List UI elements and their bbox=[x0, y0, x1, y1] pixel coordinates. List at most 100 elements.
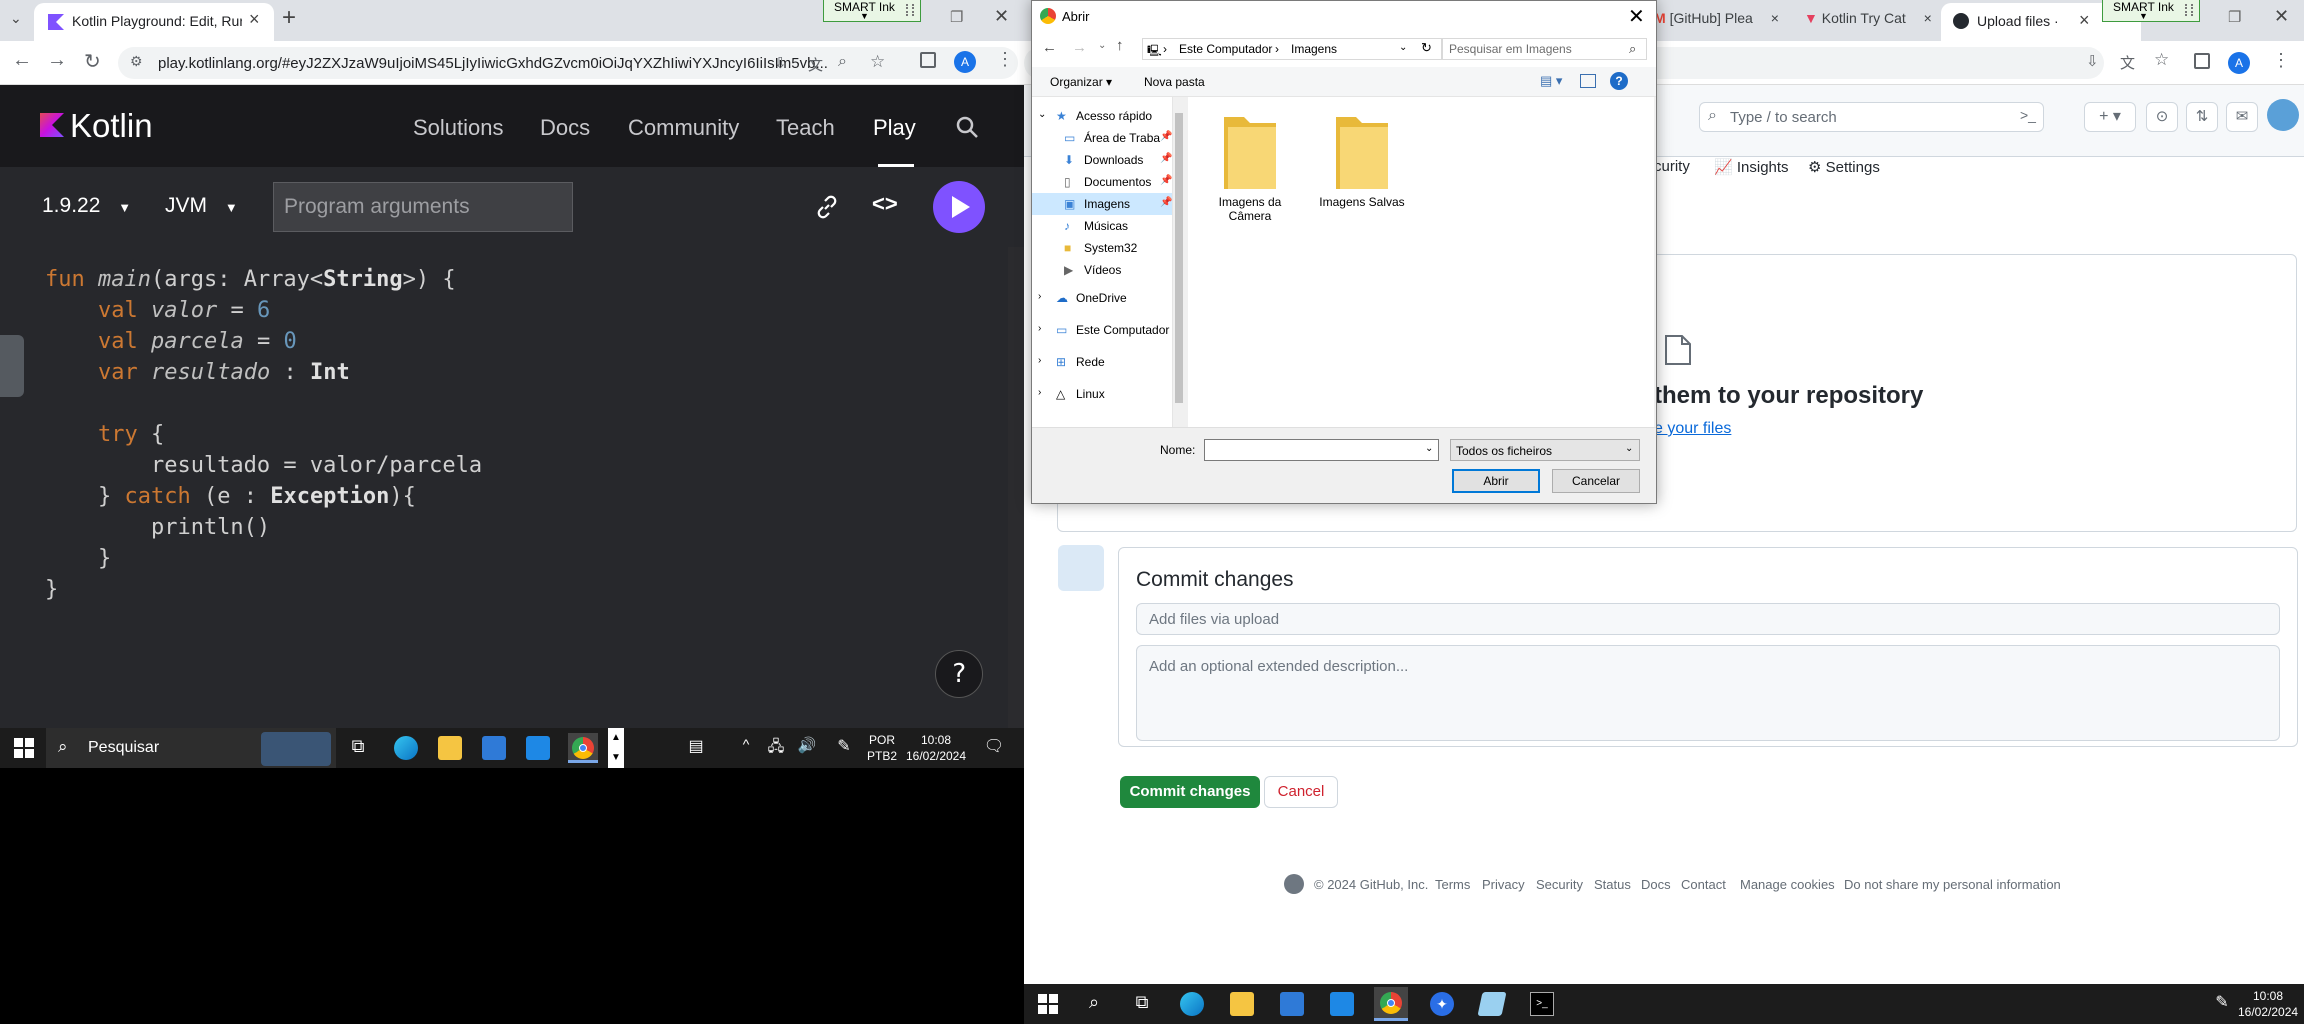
commit-message-input[interactable]: Add files via upload bbox=[1136, 603, 2280, 635]
code-editor[interactable]: fun main(args: Array<String>) { val valo… bbox=[0, 247, 1024, 728]
translate-icon[interactable]: 文 bbox=[2120, 52, 2135, 73]
store-icon[interactable] bbox=[1280, 992, 1304, 1016]
edge-icon[interactable] bbox=[1180, 992, 1204, 1016]
install-icon[interactable]: ⇩ bbox=[2086, 52, 2099, 70]
subnav-security[interactable]: curity bbox=[1654, 158, 1690, 175]
smart-ink-toolbar-left[interactable]: SMART Ink ▼ bbox=[823, 0, 921, 22]
tree-onedrive[interactable]: › ☁ OneDrive bbox=[1032, 287, 1172, 309]
store-icon[interactable] bbox=[482, 736, 506, 760]
edge-icon[interactable] bbox=[394, 736, 418, 760]
file-explorer-icon[interactable] bbox=[438, 736, 462, 760]
mail-icon[interactable] bbox=[526, 736, 550, 760]
commit-description-textarea[interactable]: Add an optional extended description... bbox=[1136, 645, 2280, 741]
issues-icon[interactable]: ⊙ bbox=[2146, 102, 2178, 132]
help-button[interactable]: ? bbox=[935, 650, 983, 698]
bookmark-star-icon[interactable]: ☆ bbox=[2154, 50, 2169, 70]
folder-camera-roll[interactable]: Imagens da Câmera bbox=[1202, 111, 1298, 223]
tab-close-icon[interactable]: × bbox=[1924, 10, 1932, 26]
tab-kotlin-playground[interactable]: Kotlin Playground: Edit, Run, Sh × bbox=[34, 3, 274, 41]
filename-input[interactable]: ⌄ bbox=[1204, 439, 1439, 461]
menu-kebab-icon[interactable]: ⋮ bbox=[996, 49, 1014, 70]
tab-kotlin-try-catch[interactable]: ▼ Kotlin Try Cat × bbox=[1804, 10, 1932, 26]
profile-avatar[interactable]: A bbox=[954, 51, 976, 73]
help-icon[interactable]: ? bbox=[1610, 72, 1628, 90]
nav-solutions[interactable]: Solutions bbox=[413, 115, 504, 141]
close-window-icon[interactable]: ✕ bbox=[994, 6, 1009, 27]
pen-icon[interactable]: ✎ bbox=[832, 736, 856, 760]
profile-avatar[interactable]: A bbox=[2228, 52, 2250, 74]
create-new-button[interactable]: + ▾ bbox=[2084, 102, 2136, 132]
tree-scrollbar[interactable] bbox=[1172, 97, 1184, 427]
address-path[interactable]: 🖳 › Este Computador › Imagens ⌄ ↻ bbox=[1142, 38, 1442, 60]
input-language[interactable]: POR PTB2 bbox=[862, 732, 902, 764]
task-view-icon[interactable]: ⧉ bbox=[346, 736, 370, 760]
clock[interactable]: 10:08 16/02/2024 bbox=[2238, 988, 2298, 1020]
chevron-down-icon[interactable]: ⌄ bbox=[1425, 443, 1433, 454]
tree-this-pc[interactable]: › ▭ Este Computador bbox=[1032, 319, 1172, 341]
folder-saved-pictures[interactable]: Imagens Salvas bbox=[1314, 111, 1410, 209]
windows-start-icon[interactable] bbox=[12, 736, 36, 760]
reload-icon[interactable]: ↻ bbox=[84, 49, 101, 74]
tree-network[interactable]: › ⊞ Rede bbox=[1032, 351, 1172, 373]
taskbar-search[interactable]: ⌕ Pesquisar bbox=[46, 728, 336, 768]
side-panel-icon[interactable] bbox=[920, 52, 936, 68]
nav-play[interactable]: Play bbox=[873, 115, 916, 141]
tab-close-icon[interactable]: × bbox=[1771, 10, 1779, 26]
notifications-icon[interactable]: 🗨 bbox=[982, 736, 1006, 760]
path-segment-computer[interactable]: Este Computador bbox=[1179, 42, 1272, 56]
chrome-icon[interactable] bbox=[1374, 987, 1408, 1021]
commit-changes-button[interactable]: Commit changes bbox=[1120, 776, 1260, 808]
cancel-button[interactable]: Cancelar bbox=[1552, 469, 1640, 493]
back-icon[interactable]: ← bbox=[1042, 39, 1057, 56]
embed-code-icon[interactable]: <> bbox=[872, 191, 898, 217]
app-star-icon[interactable]: ✦ bbox=[1430, 992, 1454, 1016]
dialog-title-bar[interactable]: Abrir ✕ bbox=[1032, 1, 1656, 31]
up-folder-icon[interactable]: ↑ bbox=[1116, 37, 1124, 54]
tree-system32[interactable]: ■ System32 bbox=[1032, 237, 1172, 259]
news-widget-icon[interactable]: ▤ bbox=[684, 736, 708, 760]
smart-sidebar-handle[interactable] bbox=[0, 335, 24, 397]
program-arguments-input[interactable]: Program arguments bbox=[273, 182, 573, 232]
refresh-icon[interactable]: ↻ bbox=[1421, 40, 1432, 56]
version-select[interactable]: 1.9.22 ▼ bbox=[42, 194, 131, 218]
smart-ink-toolbar-right[interactable]: SMART Ink ▼ bbox=[2102, 0, 2200, 22]
tab-close-icon[interactable]: × bbox=[2079, 10, 2090, 31]
show-hidden-icons-icon[interactable]: ^ bbox=[734, 736, 758, 760]
back-icon[interactable]: ← bbox=[12, 49, 32, 72]
tree-images[interactable]: ▣ Imagens 📌 bbox=[1032, 193, 1172, 215]
taskbar-scroll-arrows[interactable]: ▲ ▼ bbox=[608, 728, 624, 768]
tree-music[interactable]: ♪ Músicas bbox=[1032, 215, 1172, 237]
choose-files-link[interactable]: e your files bbox=[1654, 420, 1731, 438]
mail-icon[interactable] bbox=[1330, 992, 1354, 1016]
chevron-down-icon[interactable]: ⌄ bbox=[1399, 42, 1407, 53]
github-logo-icon[interactable] bbox=[1284, 874, 1304, 894]
preview-pane-icon[interactable] bbox=[1580, 74, 1596, 88]
forward-icon[interactable]: → bbox=[1072, 39, 1087, 56]
drag-grip-icon[interactable] bbox=[2185, 4, 2193, 16]
search-icon[interactable] bbox=[955, 115, 979, 139]
close-window-icon[interactable]: ✕ bbox=[2274, 6, 2289, 27]
drag-grip-icon[interactable] bbox=[906, 4, 914, 16]
tab-close-icon[interactable]: × bbox=[249, 9, 260, 30]
footer-privacy[interactable]: Privacy bbox=[1482, 877, 1525, 892]
footer-manage-cookies[interactable]: Manage cookies bbox=[1740, 877, 1835, 892]
menu-kebab-icon[interactable]: ⋮ bbox=[2272, 50, 2290, 71]
run-button[interactable] bbox=[933, 181, 985, 233]
inbox-icon[interactable]: ✉ bbox=[2226, 102, 2258, 132]
new-tab-icon[interactable]: + bbox=[282, 4, 296, 32]
tree-desktop[interactable]: ▭ Área de Traba 📌 bbox=[1032, 127, 1172, 149]
translate-icon[interactable]: 文 bbox=[808, 54, 823, 75]
tree-linux[interactable]: › △ Linux bbox=[1032, 383, 1172, 405]
recent-locations-icon[interactable]: ⌄ bbox=[1098, 40, 1106, 51]
github-search-input[interactable]: ⌕ Type / to search >_ bbox=[1699, 102, 2044, 132]
kotlin-logo-text[interactable]: Kotlin bbox=[70, 107, 153, 145]
tree-downloads[interactable]: ⬇ Downloads 📌 bbox=[1032, 149, 1172, 171]
open-button[interactable]: Abrir bbox=[1452, 469, 1540, 493]
pull-requests-icon[interactable]: ⇅ bbox=[2186, 102, 2218, 132]
view-options-icon[interactable]: ▤ ▾ bbox=[1540, 73, 1562, 89]
share-link-icon[interactable] bbox=[814, 194, 840, 220]
command-palette-icon[interactable]: >_ bbox=[2020, 107, 2036, 123]
volume-icon[interactable]: 🔊 bbox=[795, 736, 819, 760]
tree-quick-access[interactable]: ⌄ ★ Acesso rápido bbox=[1032, 105, 1172, 127]
kotlin-logo-icon[interactable] bbox=[40, 113, 64, 137]
